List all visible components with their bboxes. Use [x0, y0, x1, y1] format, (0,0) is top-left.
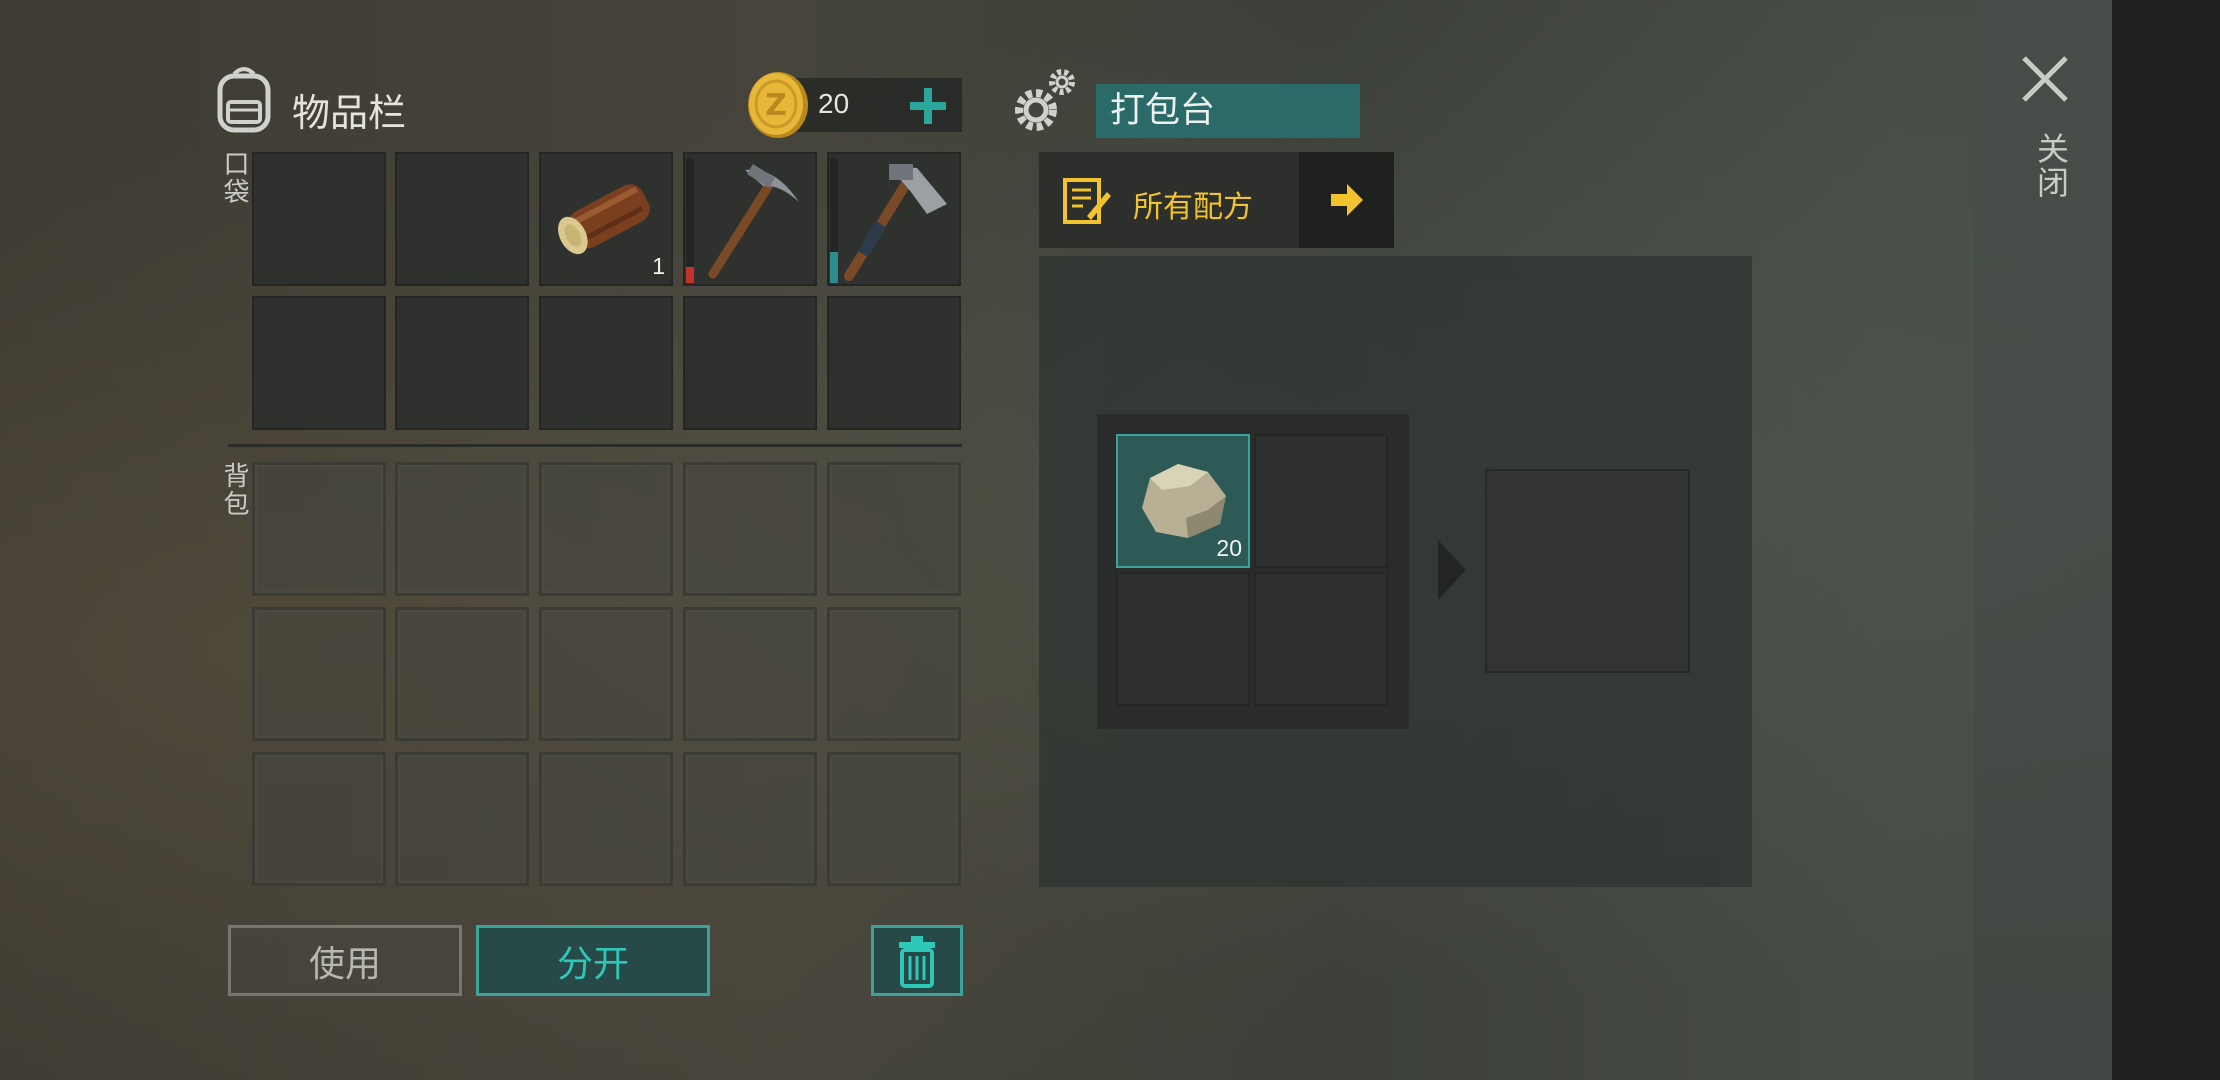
pocket-slot[interactable]: [395, 296, 529, 430]
station-name-field[interactable]: 打包台: [1096, 84, 1360, 138]
craft-input-slot[interactable]: [1116, 572, 1250, 706]
item-count: 20: [1216, 535, 1242, 561]
pocket-slot-hatchet[interactable]: [827, 152, 961, 286]
craft-output-slot[interactable]: [1485, 469, 1690, 673]
pocket-label: 口袋: [219, 150, 249, 206]
hatchet-icon: [844, 164, 947, 281]
craft-input-slot[interactable]: [1254, 434, 1388, 568]
coin-icon: Z: [746, 70, 810, 140]
recipes-arrow-button[interactable]: [1299, 152, 1394, 248]
close-button[interactable]: 关闭: [2018, 52, 2072, 212]
screen-edge: [2112, 0, 2220, 1080]
backpack-slot[interactable]: [683, 462, 817, 596]
pocket-slot[interactable]: [252, 296, 386, 430]
close-icon: [2022, 56, 2068, 102]
backpack-slot[interactable]: [827, 607, 961, 741]
recipes-label: 所有配方: [1133, 190, 1253, 225]
use-button[interactable]: 使用: [228, 925, 462, 996]
arrow-right-icon: [1331, 184, 1363, 216]
craft-arrow-icon: [1436, 538, 1468, 602]
plus-icon: [910, 88, 946, 124]
backpack-icon: [212, 64, 276, 134]
pocket-slot[interactable]: [395, 152, 529, 286]
durability-bar: [686, 267, 694, 283]
backpack-slot[interactable]: [395, 607, 529, 741]
inventory-title: 物品栏: [292, 91, 407, 135]
craft-input-slot-stone[interactable]: 20: [1116, 434, 1250, 568]
pocket-slot[interactable]: [252, 152, 386, 286]
backpack-slot[interactable]: [252, 462, 386, 596]
backpack-slot[interactable]: [539, 607, 673, 741]
pocket-slot-pickaxe[interactable]: [683, 152, 817, 286]
recipes-button[interactable]: 所有配方: [1039, 152, 1299, 248]
add-coins-button[interactable]: [906, 84, 950, 128]
backpack-slot[interactable]: [539, 752, 673, 886]
backpack-slot[interactable]: [683, 752, 817, 886]
pocket-slot[interactable]: [827, 296, 961, 430]
divider: [228, 444, 962, 447]
item-count: 1: [652, 253, 665, 279]
pocket-slot[interactable]: [539, 296, 673, 430]
close-label: 关闭: [2032, 132, 2070, 200]
backpack-slot[interactable]: [683, 607, 817, 741]
backpack-slot[interactable]: [827, 752, 961, 886]
pocket-slot[interactable]: [683, 296, 817, 430]
backpack-slot[interactable]: [395, 462, 529, 596]
backpack-slot[interactable]: [539, 462, 673, 596]
svg-text:Z: Z: [765, 88, 787, 123]
backpack-slot[interactable]: [395, 752, 529, 886]
recipe-book-icon: [1063, 178, 1111, 224]
durability-bar: [830, 252, 838, 283]
coin-count: 20: [818, 88, 850, 119]
trash-button[interactable]: [871, 925, 963, 996]
backpack-label: 背包: [219, 462, 249, 518]
backpack-slot[interactable]: [252, 607, 386, 741]
backpack-slot[interactable]: [827, 462, 961, 596]
backpack-slot[interactable]: [252, 752, 386, 886]
trash-icon: [899, 935, 935, 988]
craft-input-slot[interactable]: [1254, 572, 1388, 706]
pocket-slot-log[interactable]: 1: [539, 152, 673, 286]
split-button[interactable]: 分开: [476, 925, 710, 996]
pickaxe-icon: [708, 164, 799, 279]
gears-icon: [1010, 64, 1080, 138]
